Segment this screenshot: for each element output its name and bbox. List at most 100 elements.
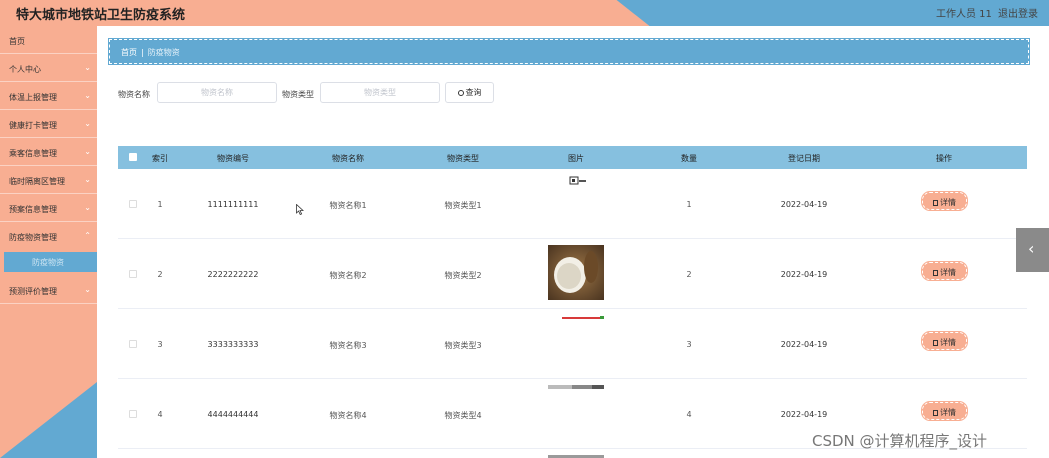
cell-name: 物资名称2 [329, 271, 367, 280]
sidebar-item-label: 乘客信息管理 [9, 149, 57, 158]
cell-code: 3333333333 [207, 340, 259, 349]
sidebar-item-temperature[interactable]: 体温上报管理 ⌄ [0, 82, 97, 110]
side-panel-toggle[interactable]: ‹ [1016, 228, 1049, 272]
select-all-checkbox[interactable] [129, 153, 137, 161]
sidebar-item-evaluation[interactable]: 预测评价管理 ⌄ [0, 276, 97, 304]
cell-quantity: 1 [686, 200, 692, 209]
detail-button[interactable]: 详情 [921, 401, 968, 421]
chevron-down-icon: ⌄ [84, 175, 91, 184]
table-row: 1 1111111111 物资名称1 物资类型1 1 2022-04-19 详情 [118, 169, 1027, 239]
product-image [548, 385, 604, 389]
sidebar-item-label: 预测评价管理 [9, 287, 57, 296]
watermark: CSDN @计算机程序_设计 [812, 432, 988, 450]
cell-index: 3 [157, 340, 163, 349]
detail-button-label: 详情 [940, 408, 956, 417]
cell-type: 物资类型3 [444, 341, 482, 350]
table-header: 索引 物资编号 物资名称 物资类型 图片 数量 登记日期 操作 [118, 146, 1027, 169]
breadcrumb-home[interactable]: 首页 [121, 48, 137, 57]
breadcrumb-separator: | [141, 48, 144, 57]
sidebar-item-label: 体温上报管理 [9, 93, 57, 102]
detail-button-label: 详情 [940, 338, 956, 347]
col-date: 登记日期 [788, 154, 820, 163]
document-icon [933, 200, 938, 206]
col-image: 图片 [568, 154, 584, 163]
detail-button[interactable]: 详情 [921, 331, 968, 351]
cell-date: 2022-04-19 [780, 410, 828, 419]
detail-button-label: 详情 [940, 268, 956, 277]
mouse-cursor-icon [296, 204, 304, 215]
document-icon [933, 410, 938, 416]
chevron-down-icon: ⌄ [84, 147, 91, 156]
document-icon [933, 340, 938, 346]
cell-name: 物资名称3 [329, 341, 367, 350]
cell-index: 2 [157, 270, 163, 279]
logout-link[interactable]: 退出登录 [998, 5, 1038, 20]
cell-date: 2022-04-19 [780, 340, 828, 349]
cell-code: 4444444444 [207, 410, 259, 419]
cell-date: 2022-04-19 [780, 270, 828, 279]
chevron-down-icon: ⌄ [84, 285, 91, 294]
sidebar-item-health-checkin[interactable]: 健康打卡管理 ⌄ [0, 110, 97, 138]
cell-quantity: 2 [686, 270, 692, 279]
row-checkbox[interactable] [129, 410, 137, 418]
sidebar-item-plan[interactable]: 预案信息管理 ⌄ [0, 194, 97, 222]
search-button[interactable]: 查询 [445, 82, 494, 103]
search-icon [457, 90, 464, 96]
search-button-label: 查询 [465, 88, 482, 97]
col-index: 索引 [152, 154, 168, 163]
table-row: 2 2222222222 物资名称2 物资类型2 2 2022-04-19 详情 [118, 239, 1027, 309]
sidebar-accent [0, 382, 97, 458]
product-image [548, 245, 604, 300]
sidebar-item-home[interactable]: 首页 [0, 26, 97, 54]
top-header: 特大城市地铁站卫生防疫系统 工作人员 11 退出登录 [0, 0, 1049, 26]
sidebar-item-label: 防疫物资管理 [9, 233, 57, 242]
row-checkbox[interactable] [129, 340, 137, 348]
col-code: 物资编号 [217, 154, 249, 163]
cell-code: 1111111111 [207, 200, 259, 209]
sidebar-item-passenger[interactable]: 乘客信息管理 ⌄ [0, 138, 97, 166]
app-title: 特大城市地铁站卫生防疫系统 [16, 8, 186, 23]
breadcrumb-current: 防疫物资 [147, 48, 180, 57]
cell-date: 2022-04-19 [780, 200, 828, 209]
document-icon [933, 270, 938, 276]
cell-index: 1 [157, 200, 163, 209]
sidebar-item-supplies[interactable]: 防疫物资管理 ⌃ [0, 222, 97, 250]
cell-name: 物资名称1 [329, 201, 367, 210]
chevron-down-icon: ⌄ [84, 203, 91, 212]
table-row: 3 3333333333 物资名称3 物资类型3 3 2022-04-19 详情 [118, 309, 1027, 379]
sidebar-item-label: 首页 [9, 37, 25, 46]
row-checkbox[interactable] [129, 200, 137, 208]
col-quantity: 数量 [681, 154, 697, 163]
row-checkbox[interactable] [129, 270, 137, 278]
type-search-label: 物资类型 [282, 90, 314, 99]
detail-button[interactable]: 详情 [921, 191, 968, 211]
col-name: 物资名称 [332, 154, 364, 163]
product-image [562, 316, 604, 319]
sidebar-item-isolation[interactable]: 临时隔离区管理 ⌄ [0, 166, 97, 194]
col-type: 物资类型 [447, 154, 479, 163]
current-user: 工作人员 11 [936, 9, 992, 20]
name-search-label: 物资名称 [118, 90, 150, 99]
chevron-left-icon: ‹ [1028, 239, 1035, 258]
cell-index: 4 [157, 410, 163, 419]
sidebar-item-label: 预案信息管理 [9, 205, 57, 214]
sidebar: 首页 个人中心 ⌄ 体温上报管理 ⌄ 健康打卡管理 ⌄ 乘客信息管理 ⌄ 临时隔… [0, 26, 97, 458]
cell-type: 物资类型1 [444, 201, 482, 210]
type-search-input[interactable] [320, 82, 440, 103]
cell-code: 2222222222 [207, 270, 259, 279]
cell-quantity: 3 [686, 340, 692, 349]
sidebar-item-label: 健康打卡管理 [9, 121, 57, 130]
sidebar-item-personal-center[interactable]: 个人中心 ⌄ [0, 54, 97, 82]
chevron-down-icon: ⌄ [84, 63, 91, 72]
breadcrumb: 首页 | 防疫物资 [108, 38, 1030, 65]
chevron-down-icon: ⌄ [84, 119, 91, 128]
cell-type: 物资类型2 [444, 271, 482, 280]
chevron-up-icon: ⌃ [84, 231, 91, 240]
broken-image-icon [569, 176, 586, 185]
chevron-down-icon: ⌄ [84, 91, 91, 100]
cell-name: 物资名称4 [329, 411, 367, 420]
sidebar-subitem-supplies[interactable]: 防疫物资 [4, 252, 97, 272]
col-action: 操作 [936, 154, 952, 163]
name-search-input[interactable] [157, 82, 277, 103]
detail-button[interactable]: 详情 [921, 261, 968, 281]
